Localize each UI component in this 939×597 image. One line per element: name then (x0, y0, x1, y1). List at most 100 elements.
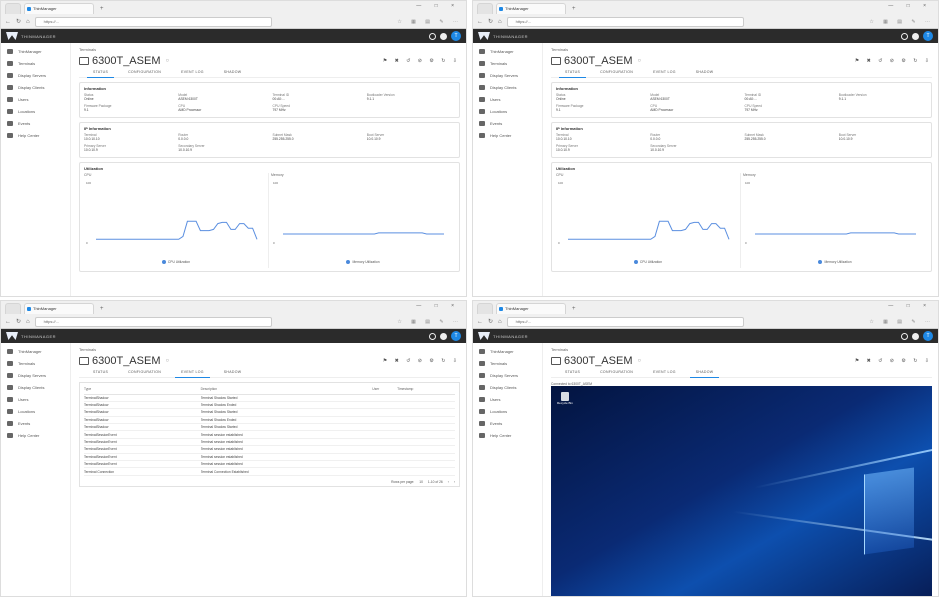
sidebar-item-locations[interactable]: Locations (473, 105, 542, 117)
tab-status[interactable]: STATUS (86, 68, 115, 78)
new-tab-button[interactable]: + (569, 4, 576, 14)
thinmanager-logo[interactable]: THINMANAGER (478, 332, 528, 340)
browser-tab-inactive[interactable] (477, 303, 493, 314)
back-icon[interactable]: ← (477, 19, 483, 25)
sidebar-item-users[interactable]: Users (1, 93, 70, 105)
tab-status[interactable]: STATUS (558, 68, 587, 78)
browser-tab-inactive[interactable] (5, 3, 21, 14)
settings-icon[interactable] (901, 332, 908, 340)
rows-per-page-select[interactable]: 10 (419, 480, 423, 484)
prev-page-button[interactable]: ‹ (448, 480, 449, 484)
browser-tab-inactive[interactable] (477, 3, 493, 14)
breadcrumb[interactable]: Terminals (551, 47, 932, 52)
sidebar-item-terminals[interactable]: Terminals (473, 357, 542, 369)
window-controls[interactable]: — □ × (888, 3, 932, 9)
sidebar-item-events[interactable]: Events (473, 417, 542, 429)
home-icon[interactable]: ⌂ (26, 319, 30, 325)
new-tab-button[interactable]: + (97, 4, 104, 14)
sidebar-item-events[interactable]: Events (473, 117, 542, 129)
shadow-remote-desktop[interactable]: Recycle Bin (551, 386, 932, 596)
tab-status[interactable]: STATUS (565, 368, 580, 377)
notifications-icon[interactable] (440, 32, 447, 40)
sidebar-item-display-servers[interactable]: Display Servers (473, 69, 542, 81)
address-bar[interactable]: https://... (506, 16, 745, 27)
window-controls[interactable]: — □ × (888, 303, 932, 309)
table-row[interactable]: TerminalShadow Terminal Shadow Started (84, 408, 455, 417)
sidebar-item-help-center[interactable]: Help Center (1, 429, 70, 441)
sidebar-item-display-servers[interactable]: Display Servers (1, 69, 70, 81)
terminal-action-icons[interactable]: ⚑ ✖ ↺ ⊘ ⚙ ↻ ⇩ (383, 358, 460, 364)
sidebar-item-thinmanager[interactable]: ThinManager (473, 45, 542, 57)
window-controls[interactable]: — □ × (416, 303, 460, 309)
sidebar-item-users[interactable]: Users (473, 93, 542, 105)
column-header-description[interactable]: Description (200, 385, 373, 395)
browser-extension-icons[interactable]: ☆ ▦ ▤ ✎ ⋯ (397, 19, 462, 25)
terminal-action-icons[interactable]: ⚑ ✖ ↺ ⊘ ⚙ ↻ ⇩ (855, 58, 932, 64)
tab-shadow[interactable]: SHADOW (689, 368, 719, 378)
sidebar-item-thinmanager[interactable]: ThinManager (473, 345, 542, 357)
browser-extension-icons[interactable]: ☆ ▦ ▤ ✎ ⋯ (869, 19, 934, 25)
home-icon[interactable]: ⌂ (498, 19, 502, 25)
address-bar[interactable]: https://... (34, 16, 273, 27)
browser-tab[interactable]: ThinManager (496, 303, 566, 314)
terminal-action-icons[interactable]: ⚑ ✖ ↺ ⊘ ⚙ ↻ ⇩ (383, 58, 460, 64)
terminal-action-icons[interactable]: ⚑ ✖ ↺ ⊘ ⚙ ↻ ⇩ (855, 358, 932, 364)
table-row[interactable]: TerminalShadow Terminal Shadow Started (84, 394, 455, 402)
sidebar-item-display-clients[interactable]: Display Clients (473, 381, 542, 393)
avatar[interactable]: T (923, 31, 933, 41)
table-row[interactable]: TerminalSessionEvent Terminal session est… (84, 430, 455, 439)
settings-icon[interactable] (429, 32, 436, 40)
thinmanager-logo[interactable]: THINMANAGER (6, 32, 56, 40)
new-tab-button[interactable]: + (97, 304, 104, 314)
browser-extension-icons[interactable]: ☆ ▦ ▤ ✎ ⋯ (869, 319, 934, 325)
sidebar-item-help-center[interactable]: Help Center (1, 129, 70, 141)
sidebar-item-users[interactable]: Users (473, 393, 542, 405)
home-icon[interactable]: ⌂ (498, 319, 502, 325)
breadcrumb[interactable]: Terminals (79, 347, 460, 352)
column-header-type[interactable]: Type (84, 385, 201, 395)
avatar[interactable]: T (451, 331, 461, 341)
back-icon[interactable]: ← (477, 319, 483, 325)
thinmanager-logo[interactable]: THINMANAGER (6, 332, 56, 340)
tab-event-log[interactable]: EVENT LOG (653, 68, 676, 77)
tab-event-log[interactable]: EVENT LOG (175, 368, 210, 378)
reload-icon[interactable]: ↻ (488, 318, 493, 325)
sidebar-item-help-center[interactable]: Help Center (473, 129, 542, 141)
sidebar-item-display-servers[interactable]: Display Servers (473, 369, 542, 381)
settings-icon[interactable] (429, 332, 436, 340)
reload-icon[interactable]: ↻ (488, 18, 493, 25)
new-tab-button[interactable]: + (569, 304, 576, 314)
sidebar-item-terminals[interactable]: Terminals (473, 57, 542, 69)
breadcrumb[interactable]: Terminals (551, 347, 932, 352)
tab-configuration[interactable]: CONFIGURATION (128, 368, 161, 377)
tab-event-log[interactable]: EVENT LOG (181, 68, 204, 77)
tab-configuration[interactable]: CONFIGURATION (128, 68, 161, 77)
next-page-button[interactable]: › (454, 480, 455, 484)
tab-status[interactable]: STATUS (93, 368, 108, 377)
reload-icon[interactable]: ↻ (16, 318, 21, 325)
tab-shadow[interactable]: SHADOW (696, 68, 714, 77)
settings-icon[interactable] (901, 32, 908, 40)
sidebar-item-display-servers[interactable]: Display Servers (1, 369, 70, 381)
column-header-timestamp[interactable]: Timestamp (397, 385, 455, 395)
avatar[interactable]: T (451, 31, 461, 41)
avatar[interactable]: T (923, 331, 933, 341)
back-icon[interactable]: ← (5, 19, 11, 25)
table-row[interactable]: TerminalSessionEvent Terminal session est… (84, 445, 455, 454)
thinmanager-logo[interactable]: THINMANAGER (478, 32, 528, 40)
table-row[interactable]: TerminalShadow Terminal Shadow Ended (84, 401, 455, 410)
table-row[interactable]: TerminalSessionEvent Terminal session est… (84, 453, 455, 462)
sidebar-item-help-center[interactable]: Help Center (473, 429, 542, 441)
home-icon[interactable]: ⌂ (26, 19, 30, 25)
address-bar[interactable]: https://... (506, 316, 745, 327)
tab-shadow[interactable]: SHADOW (224, 68, 242, 77)
browser-extension-icons[interactable]: ☆ ▦ ▤ ✎ ⋯ (397, 319, 462, 325)
browser-tab[interactable]: ThinManager (496, 3, 566, 14)
address-bar[interactable]: https://... (34, 316, 273, 327)
sidebar-item-display-clients[interactable]: Display Clients (473, 81, 542, 93)
sidebar-item-locations[interactable]: Locations (473, 405, 542, 417)
reload-icon[interactable]: ↻ (16, 18, 21, 25)
sidebar-item-thinmanager[interactable]: ThinManager (1, 45, 70, 57)
tab-shadow[interactable]: SHADOW (224, 368, 242, 377)
sidebar-item-display-clients[interactable]: Display Clients (1, 381, 70, 393)
